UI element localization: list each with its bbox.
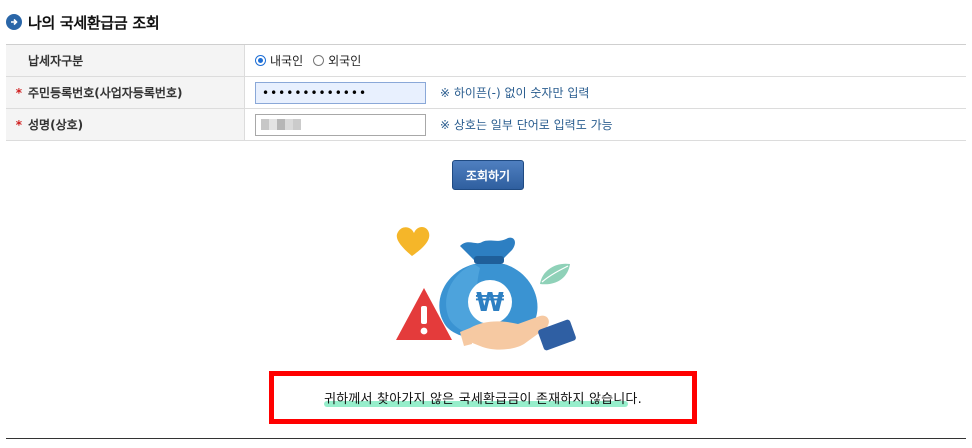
redacted-name-mask: [261, 118, 301, 130]
radio-circle-icon[interactable]: [255, 55, 266, 66]
radio-domestic[interactable]: 내국인: [255, 52, 303, 69]
name-label: 성명(상호): [28, 118, 84, 132]
search-button[interactable]: 조회하기: [452, 160, 524, 190]
taxpayer-type-row: 납세자구분 내국인 외국인: [6, 45, 966, 77]
arrow-circle-icon: [6, 14, 22, 30]
radio-circle-icon[interactable]: [313, 55, 325, 66]
name-label-cell: * 성명(상호): [6, 109, 245, 140]
rrn-hint: ※ 하이픈(-) 없이 숫자만 입력: [440, 86, 590, 100]
heart-icon: [396, 227, 430, 256]
page-title-row: 나의 국세환급금 조회: [6, 10, 160, 34]
rrn-field-cell: ※ 하이픈(-) 없이 숫자만 입력: [245, 77, 966, 108]
lookup-form: 납세자구분 내국인 외국인 * 주민등록번호(사업자등록번호) ※ 하이픈(-)…: [6, 44, 966, 141]
svg-text:₩: ₩: [476, 288, 505, 318]
required-star-icon: *: [15, 117, 22, 132]
taxpayer-type-options: 내국인 외국인: [245, 45, 966, 76]
radio-foreigner[interactable]: 외국인: [313, 52, 361, 69]
leaf-icon: [540, 263, 570, 285]
radio-foreigner-label[interactable]: 외국인: [328, 52, 361, 69]
rrn-row: * 주민등록번호(사업자등록번호) ※ 하이픈(-) 없이 숫자만 입력: [6, 77, 966, 109]
name-input-wrap[interactable]: [255, 113, 426, 136]
radio-domestic-label[interactable]: 내국인: [270, 52, 303, 69]
page-title: 나의 국세환급금 조회: [28, 13, 160, 32]
taxpayer-type-label-cell: 납세자구분: [6, 45, 245, 76]
result-message-text: 귀하께서 찾아가지 않은 국세환급금이 존재하지 않습니다.: [324, 392, 642, 407]
bottom-divider: [6, 438, 966, 439]
result-message: 귀하께서 찾아가지 않은 국세환급금이 존재하지 않습니다.: [324, 388, 642, 407]
result-message-box: 귀하께서 찾아가지 않은 국세환급금이 존재하지 않습니다.: [269, 371, 697, 424]
required-star-icon: *: [15, 85, 22, 100]
name-hint: ※ 상호는 일부 단어로 입력도 가능: [440, 118, 613, 132]
taxpayer-type-label: 납세자구분: [28, 54, 84, 68]
rrn-label-cell: * 주민등록번호(사업자등록번호): [6, 77, 245, 108]
rrn-input[interactable]: [255, 81, 426, 104]
name-field-cell: ※ 상호는 일부 단어로 입력도 가능: [245, 109, 966, 140]
rrn-label: 주민등록번호(사업자등록번호): [28, 86, 183, 100]
money-bag-illustration: ₩: [396, 227, 576, 351]
name-row: * 성명(상호) ※ 상호는 일부 단어로 입력도 가능: [6, 109, 966, 141]
